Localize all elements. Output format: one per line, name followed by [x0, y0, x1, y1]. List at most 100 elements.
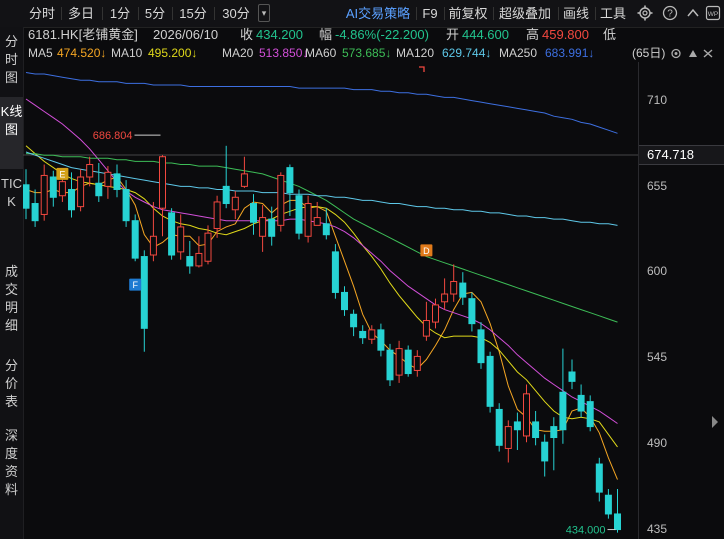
- candle-body: [31, 203, 39, 222]
- sidebar-tab-kline-chart[interactable]: K线图: [0, 97, 23, 169]
- sidebar-tab-price-table[interactable]: 分价表: [0, 357, 23, 415]
- candle-body: [286, 167, 294, 194]
- sidebar-tab-depth-info[interactable]: 深度资料: [0, 427, 23, 503]
- candle-body: [49, 176, 57, 198]
- ma-line-ma20: [25, 98, 618, 424]
- candle-body: [432, 304, 439, 323]
- candle-body: [304, 203, 312, 237]
- candle-body: [504, 426, 512, 449]
- high-value: 459.800: [542, 27, 589, 42]
- price-tick-label: 655: [647, 179, 668, 193]
- sidebar-tab-tick[interactable]: TICK: [0, 175, 23, 251]
- price-tick-label: 435: [647, 522, 668, 536]
- candle-body: [222, 185, 230, 205]
- ma-line-ma250: [25, 72, 618, 134]
- sidebar-tab-intraday-chart[interactable]: 分时图: [0, 33, 23, 91]
- toolbar-divider: [172, 7, 173, 20]
- candle: [468, 292, 476, 332]
- help-icon[interactable]: ?: [662, 5, 678, 21]
- price-tick-label: 600: [647, 264, 668, 278]
- period-tab-30min[interactable]: 30分: [217, 4, 255, 23]
- super-overlay-button[interactable]: 超级叠加: [496, 4, 554, 23]
- candle-body: [513, 421, 521, 431]
- ma5-label: MA5: [28, 46, 53, 60]
- candle-body: [350, 313, 358, 328]
- candle-body: [140, 256, 148, 329]
- candle-body: [131, 220, 139, 259]
- candle-body: [568, 371, 576, 382]
- candle: [313, 201, 321, 226]
- svg-text:?: ?: [667, 9, 673, 20]
- candle-body: [486, 355, 494, 407]
- candle: [168, 208, 176, 260]
- candle: [595, 457, 603, 502]
- ma-close-icon[interactable]: [703, 49, 713, 58]
- candle: [441, 278, 449, 310]
- forward-adjust-button[interactable]: 前复权: [446, 4, 490, 23]
- candle-body: [559, 391, 567, 431]
- change-value: -4.86%(-22.200): [335, 27, 429, 42]
- candle-body: [23, 184, 30, 209]
- candle: [286, 164, 294, 216]
- expand-up-icon[interactable]: [686, 6, 700, 20]
- candle-body: [341, 291, 348, 311]
- draw-line-button[interactable]: 画线: [561, 4, 591, 23]
- candle-body: [240, 173, 248, 187]
- crosshair-price-box: 674.718: [638, 145, 724, 165]
- candle-body: [204, 232, 212, 262]
- candle-body: [404, 349, 412, 375]
- candle-body: [231, 196, 239, 211]
- candle-body: [422, 320, 430, 337]
- toolbar-divider: [595, 7, 596, 20]
- period-more-dropdown-icon[interactable]: ▾: [258, 4, 270, 22]
- candle: [95, 162, 103, 202]
- ma250-value: 683.991↓: [545, 46, 595, 60]
- candle: [159, 155, 166, 237]
- candle: [459, 272, 467, 305]
- candle: [413, 350, 421, 377]
- candle-body: [177, 226, 185, 253]
- candle: [404, 345, 412, 377]
- tools-button[interactable]: 工具: [598, 4, 628, 23]
- period-tab-intraday[interactable]: 分时: [25, 4, 59, 23]
- candle: [77, 169, 85, 212]
- candlestick-layer: [23, 145, 621, 533]
- kline-chart[interactable]: 686.804 434.000 E F D: [23, 62, 639, 539]
- candle: [477, 322, 485, 369]
- candle: [523, 384, 530, 443]
- candle-body: [359, 330, 367, 339]
- candle-body: [213, 201, 221, 229]
- settings-gear-icon[interactable]: [637, 5, 653, 21]
- event-marker-d-label: D: [423, 246, 430, 256]
- ai-strategy-button[interactable]: AI交易策略: [343, 4, 413, 23]
- candle: [614, 489, 621, 533]
- window-manager-icon[interactable]: WP: [705, 5, 721, 21]
- ma10-label: MA10: [111, 46, 143, 60]
- ma5-value: 474.520↓: [57, 46, 107, 60]
- period-tab-1min[interactable]: 1分: [106, 4, 134, 23]
- period-tab-15min[interactable]: 15分: [175, 4, 211, 23]
- price-axis-divider: [638, 62, 639, 539]
- candle-body: [441, 293, 449, 303]
- quote-date: 2026/06/10: [153, 27, 219, 42]
- ma20-value: 513.850↓: [259, 46, 309, 60]
- candle: [268, 206, 276, 246]
- scroll-right-arrow-icon[interactable]: [709, 412, 721, 432]
- ma-up-arrow-icon[interactable]: [688, 49, 698, 58]
- period-tab-5min[interactable]: 5分: [141, 4, 169, 23]
- ma-settings-gear-icon[interactable]: [668, 47, 684, 60]
- candle-body: [604, 494, 612, 515]
- toolbar-divider: [493, 7, 494, 20]
- candle-body: [40, 174, 48, 215]
- sidebar-tab-trade-detail[interactable]: 成交明细: [0, 263, 23, 339]
- f9-button[interactable]: F9: [419, 4, 441, 23]
- candle-body: [395, 348, 403, 376]
- candle-body: [331, 251, 339, 293]
- candle: [177, 214, 185, 260]
- candle-body: [532, 421, 540, 439]
- period-tab-multiday[interactable]: 多日: [64, 4, 98, 23]
- candle-body: [614, 513, 621, 531]
- ma-period-selector[interactable]: (65日): [632, 44, 665, 62]
- candle-body: [195, 252, 203, 267]
- low-label: 低: [603, 27, 617, 42]
